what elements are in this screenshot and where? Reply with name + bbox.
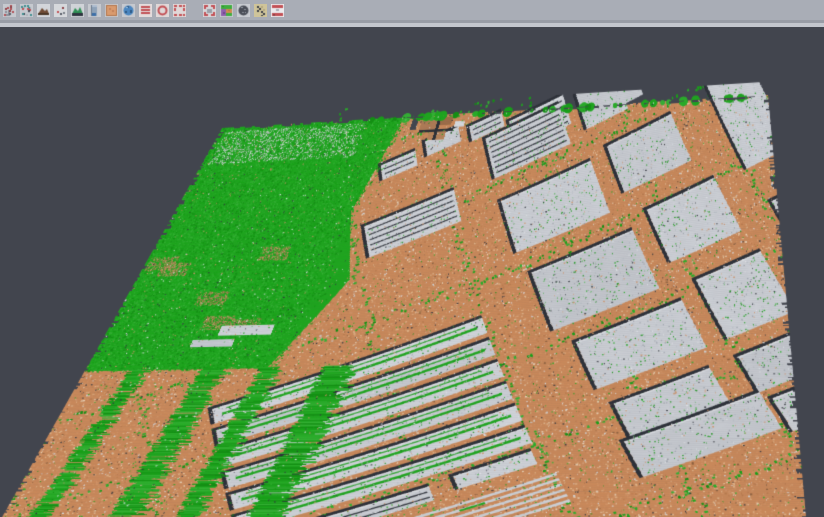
toolbar-button-cross-markers[interactable] [254, 4, 267, 17]
toolbar-button-terrain-dark[interactable] [37, 4, 50, 17]
crop-selection-icon [203, 4, 216, 17]
toolbar-button-dark-sphere[interactable] [237, 4, 250, 17]
toolbar-button-classified-cloud[interactable] [220, 4, 233, 17]
cross-markers-icon [254, 4, 267, 17]
globe-view-icon [122, 4, 135, 17]
toolbar-button-box-selection[interactable] [173, 4, 186, 17]
clip-planes-icon [271, 4, 284, 17]
toolbar-button-points-multicolor[interactable] [20, 4, 33, 17]
points-multicolor-icon [20, 4, 33, 17]
toolbar-button-ortho-image[interactable] [105, 4, 118, 17]
circle-selection-icon [156, 4, 169, 17]
toolbar-button-clip-planes[interactable] [271, 4, 284, 17]
points-sparse-icon [54, 4, 67, 17]
viewport-container [0, 27, 824, 517]
classified-cloud-icon [220, 4, 233, 17]
toolbar-button-globe-view[interactable] [122, 4, 135, 17]
toolbar [0, 0, 824, 20]
3d-viewport[interactable] [0, 27, 824, 517]
toolbar-button-points-sparse[interactable] [54, 4, 67, 17]
terrain-green-icon [71, 4, 84, 17]
box-selection-icon [173, 4, 186, 17]
toolbar-button-profile-view[interactable] [88, 4, 101, 17]
ortho-image-icon [105, 4, 118, 17]
toolbar-button-red-list[interactable] [139, 4, 152, 17]
toolbar-button-terrain-green[interactable] [71, 4, 84, 17]
points-red-icon [3, 4, 16, 17]
toolbar-button-points-red[interactable] [3, 4, 16, 17]
terrain-dark-icon [37, 4, 50, 17]
toolbar-button-crop-selection[interactable] [203, 4, 216, 17]
red-list-icon [139, 4, 152, 17]
toolbar-button-circle-selection[interactable] [156, 4, 169, 17]
dark-sphere-icon [237, 4, 250, 17]
profile-view-icon [88, 4, 101, 17]
